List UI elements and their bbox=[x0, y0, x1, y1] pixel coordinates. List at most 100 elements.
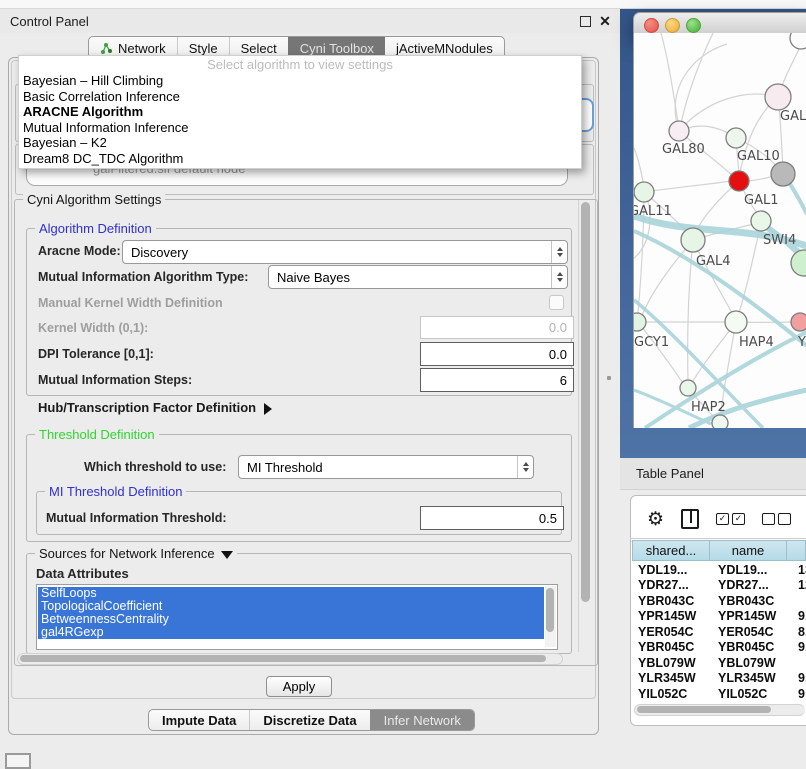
float-panel-button[interactable] bbox=[578, 14, 592, 28]
network-node[interactable] bbox=[729, 171, 749, 191]
list-vscrollbar[interactable] bbox=[545, 586, 556, 647]
node-label: GCY1 bbox=[634, 335, 669, 350]
settings-hscrollbar[interactable] bbox=[17, 653, 563, 665]
mi-steps-field[interactable]: 6 bbox=[420, 368, 574, 392]
node-label: GAL10 bbox=[737, 149, 780, 164]
show-columns-icon[interactable]: ✓✓ bbox=[716, 513, 745, 525]
column-header-shared-name[interactable]: shared... bbox=[632, 540, 710, 561]
node-label: HAP4 bbox=[739, 335, 774, 350]
network-canvas[interactable]: GALGAL80GAL10GAL1GAL11SWI4GAL4GCY1HAP4YH… bbox=[633, 33, 806, 428]
network-node[interactable] bbox=[751, 211, 771, 231]
manual-kernel-checkbox[interactable] bbox=[549, 295, 564, 310]
network-node[interactable] bbox=[771, 162, 795, 186]
table-rows: YDL19...YDL19...13YDR27...YDR27...12YBR0… bbox=[632, 562, 806, 702]
top-strip bbox=[0, 0, 806, 9]
table-cell: YER054C bbox=[714, 625, 790, 639]
close-panel-button[interactable]: ✕ bbox=[598, 14, 612, 28]
table-hscrollbar[interactable] bbox=[634, 704, 805, 716]
table-row[interactable]: YLR345WYLR345W9. bbox=[632, 671, 806, 687]
algorithm-option[interactable]: Bayesian – K2 bbox=[19, 135, 581, 151]
table-row[interactable]: YDR27...YDR27...12 bbox=[632, 578, 806, 594]
network-node[interactable] bbox=[680, 380, 696, 396]
kernel-width-field[interactable]: 0.0 bbox=[420, 316, 574, 339]
minimize-window-icon[interactable] bbox=[665, 18, 680, 33]
close-window-icon[interactable] bbox=[644, 18, 659, 33]
algorithm-option[interactable]: Dream8 DC_TDC Algorithm bbox=[19, 151, 581, 167]
which-threshold-combo[interactable]: MI Threshold bbox=[238, 455, 534, 479]
table-cell: 13 bbox=[790, 563, 806, 577]
table-panel-title: Table Panel bbox=[620, 466, 704, 481]
network-node[interactable] bbox=[791, 313, 806, 331]
float-icon bbox=[580, 16, 591, 27]
settings-hscrollbar-thumb[interactable] bbox=[20, 655, 546, 662]
network-window-titlebar[interactable] bbox=[633, 12, 806, 35]
data-attributes-list[interactable]: SelfLoopsTopologicalCoefficientBetweenne… bbox=[36, 584, 558, 650]
table-row[interactable]: YBL079WYBL079W bbox=[632, 655, 806, 671]
gear-icon[interactable]: ⚙ bbox=[647, 510, 664, 529]
algorithm-option-list: Bayesian – Hill ClimbingBasic Correlatio… bbox=[19, 73, 581, 166]
network-node[interactable] bbox=[765, 84, 791, 110]
table-hscrollbar-thumb[interactable] bbox=[637, 706, 771, 713]
table-cell: YLR345W bbox=[714, 671, 790, 685]
table-cell: YLR345W bbox=[632, 671, 714, 685]
hub-definition-toggle[interactable]: Hub/Transcription Factor Definition bbox=[38, 400, 272, 415]
tab-discretize-data[interactable]: Discretize Data bbox=[249, 710, 369, 730]
tab-infer-network[interactable]: Infer Network bbox=[370, 710, 474, 730]
attribute-list-item[interactable]: BetweennessCentrality bbox=[38, 613, 544, 626]
table-cell: 8. bbox=[790, 625, 806, 639]
dpi-tolerance-field[interactable]: 0.0 bbox=[420, 342, 574, 366]
control-panel-title: Control Panel bbox=[0, 14, 89, 29]
kernel-width-label: Kernel Width (0,1): bbox=[38, 321, 148, 335]
stepper-icon bbox=[551, 266, 567, 288]
table-row[interactable]: YBR043CYBR043C bbox=[632, 593, 806, 609]
aracne-mode-label: Aracne Mode: bbox=[38, 244, 121, 258]
network-node[interactable] bbox=[726, 128, 746, 148]
algorithm-option[interactable]: Mutual Information Inference bbox=[19, 120, 581, 136]
hide-columns-icon[interactable] bbox=[762, 513, 791, 525]
splitter-handle[interactable] bbox=[607, 376, 611, 380]
table-cell: 9. bbox=[790, 671, 806, 685]
table-cell: YDL19... bbox=[632, 563, 714, 577]
table-row[interactable]: YPR145WYPR145W9. bbox=[632, 609, 806, 625]
tab-network-label: Network bbox=[118, 41, 166, 56]
zoom-window-icon[interactable] bbox=[686, 18, 701, 33]
algorithm-placeholder: Select algorithm to view settings bbox=[19, 56, 581, 73]
table-row[interactable]: YER054CYER054C8. bbox=[632, 624, 806, 640]
mi-threshold-field[interactable]: 0.5 bbox=[420, 506, 564, 530]
manual-kernel-label: Manual Kernel Width Definition bbox=[38, 296, 223, 310]
network-node[interactable] bbox=[634, 313, 646, 331]
table-cell: YBR043C bbox=[714, 594, 790, 608]
attribute-list-item[interactable]: gal4RGexp bbox=[38, 626, 544, 639]
algorithm-option[interactable]: Bayesian – Hill Climbing bbox=[19, 73, 581, 89]
mi-type-combo[interactable]: Naive Bayes bbox=[268, 265, 568, 289]
table-cell: 9 bbox=[790, 687, 806, 701]
settings-vscrollbar-thumb[interactable] bbox=[581, 202, 590, 602]
table-row[interactable]: YDL19...YDL19...13 bbox=[632, 562, 806, 578]
network-node[interactable] bbox=[790, 33, 806, 49]
dpi-tolerance-label: DPI Tolerance [0,1]: bbox=[38, 347, 154, 361]
aracne-mode-combo[interactable]: Discovery bbox=[122, 240, 568, 264]
algorithm-option[interactable]: ARACNE Algorithm bbox=[19, 104, 581, 120]
control-panel-titlebar: Control Panel ✕ bbox=[0, 9, 620, 33]
network-node[interactable] bbox=[634, 182, 654, 202]
node-label: GAL4 bbox=[696, 254, 730, 269]
network-node[interactable] bbox=[791, 250, 806, 276]
sources-legend[interactable]: Sources for Network Inference bbox=[35, 546, 237, 561]
network-node[interactable] bbox=[669, 121, 689, 141]
attr-items: SelfLoopsTopologicalCoefficientBetweenne… bbox=[38, 587, 544, 639]
table-row[interactable]: YIL052CYIL052C9 bbox=[632, 686, 806, 702]
list-vscrollbar-thumb[interactable] bbox=[546, 588, 554, 632]
network-node[interactable] bbox=[725, 311, 747, 333]
settings-vscrollbar[interactable] bbox=[578, 200, 593, 652]
tab-impute-data[interactable]: Impute Data bbox=[149, 710, 249, 730]
network-node[interactable] bbox=[681, 228, 705, 252]
network-node[interactable] bbox=[712, 415, 728, 428]
apply-button[interactable]: Apply bbox=[266, 676, 332, 697]
split-columns-icon[interactable] bbox=[681, 509, 699, 529]
mi-steps-label: Mutual Information Steps: bbox=[38, 373, 192, 387]
table-row[interactable]: YBR045CYBR045C9. bbox=[632, 640, 806, 656]
column-header-partial[interactable] bbox=[787, 540, 806, 561]
minimized-panel-fragment[interactable] bbox=[5, 753, 31, 769]
column-header-name[interactable]: name bbox=[710, 540, 787, 561]
algorithm-option[interactable]: Basic Correlation Inference bbox=[19, 89, 581, 105]
